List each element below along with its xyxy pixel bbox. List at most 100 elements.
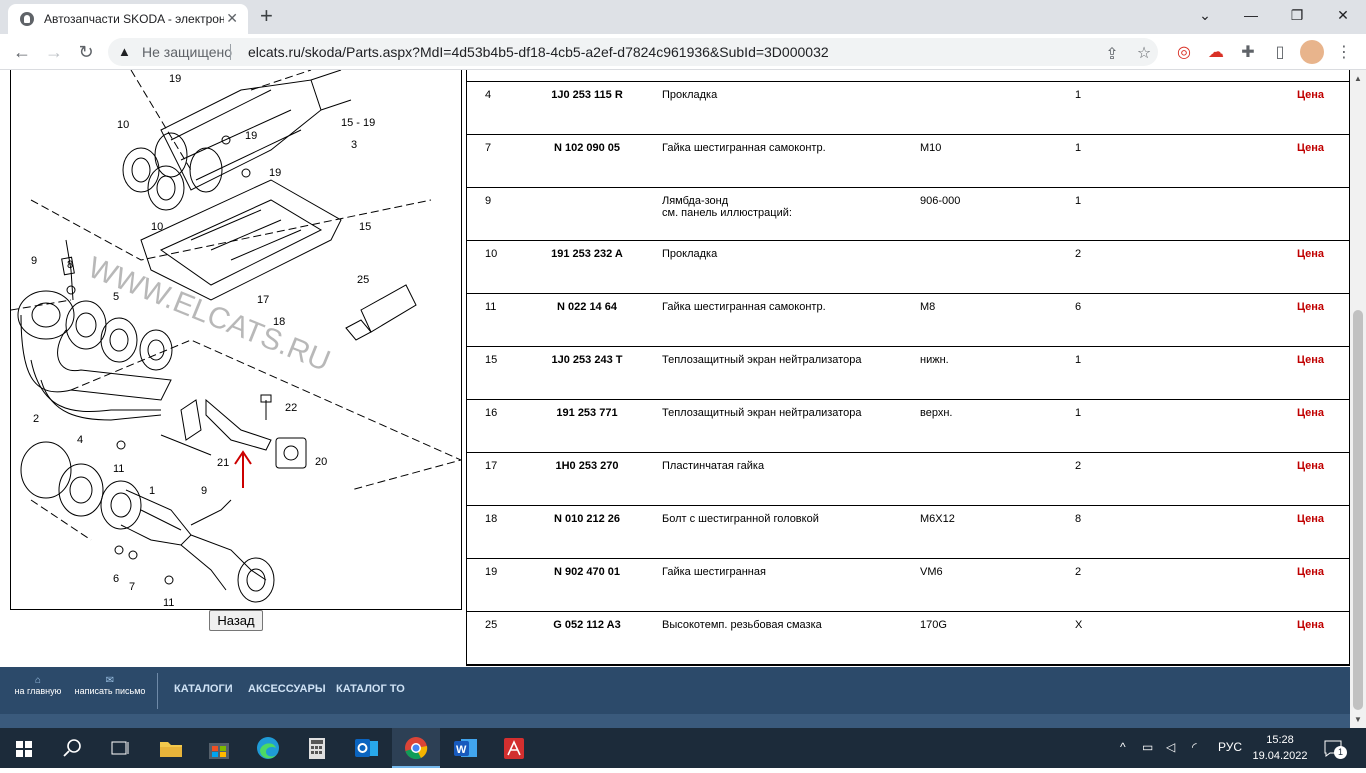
callout-11[interactable]: 11 xyxy=(113,463,124,475)
taskbar-chrome[interactable] xyxy=(392,728,440,768)
taskbar-calculator[interactable] xyxy=(293,728,341,768)
browser-tab[interactable]: Автозапчасти SKODA - электрон ✕ xyxy=(8,4,248,34)
bookmark-star-icon[interactable]: ☆ xyxy=(1134,43,1154,63)
callout-1[interactable]: 1 xyxy=(149,485,155,497)
tray-chevron-icon[interactable]: ^ xyxy=(1120,740,1126,754)
footer-mail-link[interactable]: ✉ написать письмо xyxy=(70,675,150,696)
callout-25[interactable]: 25 xyxy=(357,274,369,286)
search-button[interactable] xyxy=(48,728,96,768)
taskbar-file-explorer[interactable] xyxy=(147,728,195,768)
menu-kebab-icon[interactable]: ⋮ xyxy=(1334,42,1354,62)
callout-10[interactable]: 10 xyxy=(151,221,163,233)
tab-search-chevron-icon[interactable]: ⌄ xyxy=(1190,5,1220,25)
part-price-link[interactable]: Цена xyxy=(1297,407,1324,419)
footer-home-link[interactable]: ⌂ на главную xyxy=(10,675,66,696)
part-note: M10 xyxy=(920,142,942,154)
callout-9[interactable]: 9 xyxy=(201,485,207,497)
reload-icon[interactable]: ↻ xyxy=(74,40,98,64)
taskbar-pdf-reader[interactable] xyxy=(490,728,538,768)
callout-18[interactable]: 18 xyxy=(273,316,285,328)
callout-6[interactable]: 6 xyxy=(113,573,119,585)
scroll-up-icon[interactable]: ▲ xyxy=(1354,74,1362,83)
part-price-link[interactable]: Цена xyxy=(1297,460,1324,472)
minimize-icon[interactable]: — xyxy=(1236,5,1266,25)
part-number[interactable]: 191 253 771 xyxy=(527,407,647,419)
part-price-link[interactable]: Цена xyxy=(1297,566,1324,578)
callout-15-19[interactable]: 15 - 19 xyxy=(341,117,375,129)
footer-link-catalogs[interactable]: КАТАЛОГИ xyxy=(174,683,233,695)
share-icon[interactable]: ⇪ xyxy=(1102,44,1122,64)
url-text[interactable]: elcats.ru/skoda/Parts.aspx?MdI=4d53b4b5-… xyxy=(248,44,829,60)
callout-9[interactable]: 9 xyxy=(31,255,37,267)
profile-avatar[interactable] xyxy=(1300,40,1324,64)
part-price-link[interactable]: Цена xyxy=(1297,354,1324,366)
taskbar-clock[interactable]: 15:28 19.04.2022 xyxy=(1250,732,1310,764)
tab-close-icon[interactable]: ✕ xyxy=(226,10,238,27)
part-price-link[interactable]: Цена xyxy=(1297,619,1324,631)
part-price-link[interactable]: Цена xyxy=(1297,89,1324,101)
tray-battery-icon[interactable]: ▭ xyxy=(1142,740,1153,754)
part-number[interactable]: 1J0 253 115 R xyxy=(527,89,647,101)
callout-7[interactable]: 7 xyxy=(129,581,135,593)
callout-19[interactable]: 19 xyxy=(245,130,257,142)
callout-17[interactable]: 17 xyxy=(257,294,269,306)
scrollbar-thumb[interactable] xyxy=(1353,310,1363,710)
callout-5[interactable]: 5 xyxy=(113,291,119,303)
back-arrow-icon[interactable]: ← xyxy=(10,40,34,64)
notification-center-button[interactable]: 1 xyxy=(1322,738,1347,759)
callout-11[interactable]: 11 xyxy=(163,597,174,609)
callout-10[interactable]: 10 xyxy=(117,119,129,131)
tray-volume-icon[interactable]: ◁ xyxy=(1166,740,1175,754)
callout-19[interactable]: 19 xyxy=(169,73,181,85)
part-price-link[interactable]: Цена xyxy=(1297,513,1324,525)
start-button[interactable] xyxy=(0,728,48,768)
callout-4[interactable]: 4 xyxy=(77,434,83,446)
callout-15[interactable]: 15 xyxy=(359,221,371,233)
part-price-link[interactable]: Цена xyxy=(1297,142,1324,154)
part-note: VM6 xyxy=(920,566,943,578)
part-number[interactable]: 1J0 253 243 T xyxy=(527,354,647,366)
side-panel-icon[interactable]: ▯ xyxy=(1270,42,1290,62)
extension-red-circle-icon[interactable]: ◎ xyxy=(1174,42,1194,62)
warning-triangle-icon[interactable]: ▲ xyxy=(118,44,131,59)
scroll-down-icon[interactable]: ▼ xyxy=(1354,715,1362,724)
callout-22[interactable]: 22 xyxy=(285,402,297,414)
parts-diagram[interactable]: WWW.ELCATS.RU 19 15 - 19 3 10 19 19 10 1… xyxy=(10,70,462,610)
address-bar[interactable]: ▲ Не защищено elcats.ru/skoda/Parts.aspx… xyxy=(108,38,1158,66)
part-number[interactable]: N 022 14 64 xyxy=(527,301,647,313)
callout-19[interactable]: 19 xyxy=(269,167,281,179)
part-number[interactable]: G 052 112 A3 xyxy=(527,619,647,631)
part-number[interactable]: N 902 470 01 xyxy=(527,566,647,578)
part-number[interactable]: 191 253 232 A xyxy=(527,248,647,260)
new-tab-icon[interactable]: + xyxy=(260,4,273,28)
extensions-puzzle-icon[interactable]: ✚ xyxy=(1238,42,1258,62)
page-scrollbar[interactable]: ▲ ▼ xyxy=(1350,70,1366,728)
callout-3[interactable]: 3 xyxy=(351,139,357,151)
part-price-link[interactable]: Цена xyxy=(1297,301,1324,313)
footer-link-maintenance-catalog[interactable]: КАТАЛОГ ТО xyxy=(336,683,405,695)
callout-21[interactable]: 21 xyxy=(217,457,229,469)
taskbar-word[interactable]: W xyxy=(441,728,489,768)
callout-8[interactable]: 8 xyxy=(67,259,73,271)
task-view-button[interactable] xyxy=(96,728,144,768)
tray-language[interactable]: РУС xyxy=(1218,740,1242,754)
part-number[interactable]: 1H0 253 270 xyxy=(527,460,647,472)
taskbar-store[interactable] xyxy=(195,728,243,768)
calculator-icon xyxy=(309,738,325,759)
footer-link-accessories[interactable]: АКСЕССУАРЫ xyxy=(248,683,326,695)
tray-network-icon[interactable]: ◜ xyxy=(1192,740,1197,754)
security-label[interactable]: Не защищено xyxy=(142,44,232,60)
part-number[interactable]: N 102 090 05 xyxy=(527,142,647,154)
cloud-extension-icon[interactable]: ☁ xyxy=(1206,42,1226,62)
window-close-icon[interactable]: ✕ xyxy=(1328,5,1358,25)
part-price-link[interactable]: Цена xyxy=(1297,248,1324,260)
part-number[interactable]: N 010 212 26 xyxy=(527,513,647,525)
taskbar-edge[interactable] xyxy=(244,728,292,768)
back-button[interactable]: Назад xyxy=(209,610,263,631)
forward-arrow-icon[interactable]: → xyxy=(42,40,66,64)
taskbar-outlook[interactable] xyxy=(342,728,390,768)
callout-2[interactable]: 2 xyxy=(33,413,39,425)
callout-20[interactable]: 20 xyxy=(315,456,327,468)
restore-icon[interactable]: ❐ xyxy=(1282,5,1312,25)
part-name-line: Теплозащитный экран нейтрализатора xyxy=(662,354,862,366)
